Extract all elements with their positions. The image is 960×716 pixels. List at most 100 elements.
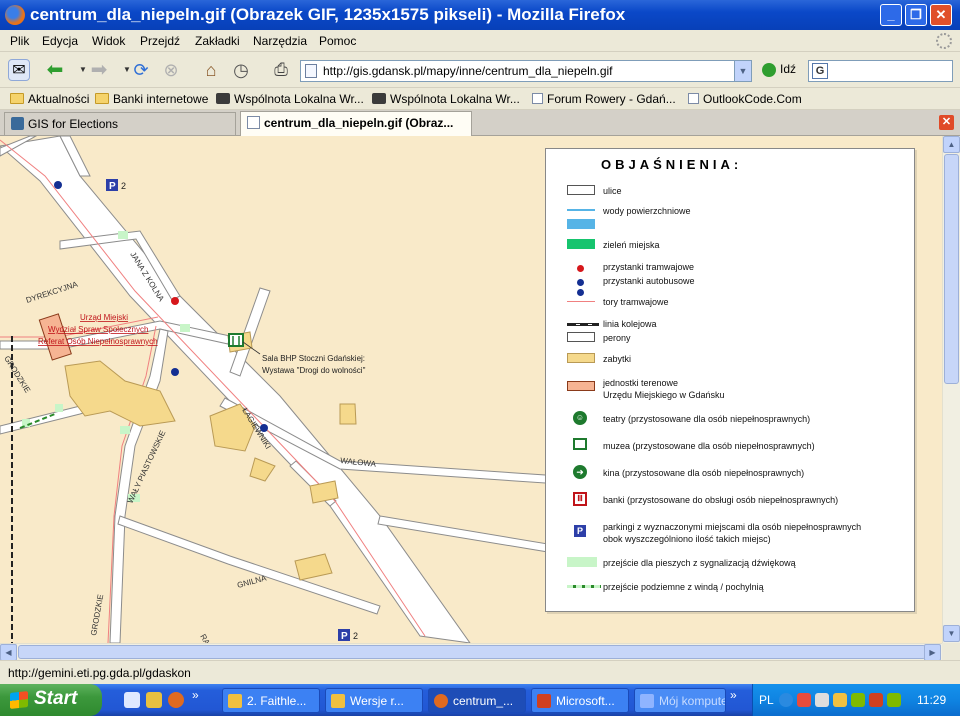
reload-icon[interactable]: ⟳ xyxy=(130,59,152,81)
task-wersje[interactable]: Wersje r... xyxy=(325,688,423,713)
search-engine-icon[interactable]: G xyxy=(812,63,828,79)
tray-app-icon[interactable] xyxy=(797,693,811,707)
bookmark-outlookcode[interactable]: OutlookCode.Com xyxy=(688,92,802,106)
wspolnota-icon xyxy=(372,93,386,104)
wspolnota-icon xyxy=(216,93,230,104)
horizontal-scrollbar[interactable]: ◀ ▶ xyxy=(0,643,942,661)
task-centrum[interactable]: centrum_... xyxy=(428,688,526,713)
museum-icon xyxy=(573,438,587,450)
vertical-scroll-thumb[interactable] xyxy=(944,154,959,384)
language-indicator[interactable]: PL xyxy=(759,693,774,707)
home-icon[interactable]: ⌂ xyxy=(200,59,222,81)
cinema-icon: ➜ xyxy=(573,465,587,479)
office-label-line-1: Urząd Miejski xyxy=(80,313,128,322)
bookmark-label: Wspólnota Lokalna Wr... xyxy=(390,92,520,106)
bookmark-label: OutlookCode.Com xyxy=(703,92,802,106)
minimize-button[interactable]: _ xyxy=(880,4,902,26)
green-area-icon xyxy=(567,239,595,249)
bookmark-wspolnota-2[interactable]: Wspólnota Lokalna Wr... xyxy=(372,92,520,106)
history-clock-icon[interactable]: ◷ xyxy=(230,59,252,81)
stop-icon[interactable]: ⊗ xyxy=(160,59,182,81)
bookmark-forum-rowery[interactable]: Forum Rowery - Gdań... xyxy=(532,92,676,106)
taskbar-overflow-icon[interactable]: » xyxy=(730,688,737,702)
window-title-bar[interactable]: centrum_dla_niepeln.gif (Obrazek GIF, 12… xyxy=(0,0,960,30)
page-icon xyxy=(305,64,317,78)
bookmark-banki[interactable]: Banki internetowe xyxy=(95,92,208,106)
tab-close-icon[interactable]: ✕ xyxy=(939,115,954,130)
parking-count-label: 2 xyxy=(353,631,358,641)
scroll-up-icon[interactable]: ▲ xyxy=(943,136,960,153)
print-icon[interactable]: ⎙ xyxy=(270,59,292,81)
museum-label-line-1: Sala BHP Stoczni Gdańskiej: xyxy=(262,354,365,363)
tray-app-icon[interactable] xyxy=(869,693,883,707)
menu-item-narzedzia[interactable]: Narzędzia xyxy=(253,34,307,48)
scroll-right-icon[interactable]: ▶ xyxy=(924,644,941,661)
tram-track-icon xyxy=(567,301,595,302)
quicklaunch-overflow-icon[interactable]: » xyxy=(192,688,199,702)
forward-arrow-icon[interactable]: ➡ xyxy=(88,59,110,81)
folder-icon xyxy=(10,93,24,104)
scroll-left-icon[interactable]: ◀ xyxy=(0,644,17,661)
clock[interactable]: 11:29 xyxy=(917,693,946,707)
tray-app-icon[interactable] xyxy=(851,693,865,707)
go-button[interactable]: Idź xyxy=(762,62,796,77)
menu-item-plik[interactable]: Plik xyxy=(10,34,29,48)
bookmark-aktualnosci[interactable]: Aktualności xyxy=(10,92,89,106)
bookmarks-toolbar: Aktualności Banki internetowe Wspólnota … xyxy=(0,88,960,110)
menu-item-pomoc[interactable]: Pomoc xyxy=(319,34,356,48)
office-swatch-icon xyxy=(567,381,595,391)
url-dropdown-icon[interactable]: ▼ xyxy=(734,61,751,81)
menu-item-edycja[interactable]: Edycja xyxy=(42,34,78,48)
quicklaunch-explorer-icon[interactable] xyxy=(124,692,140,708)
task-label: 2. Faithle... xyxy=(247,694,307,708)
tray-app-icon[interactable] xyxy=(887,693,901,707)
url-text[interactable]: http://gis.gdansk.pl/mapy/inne/centrum_d… xyxy=(323,64,613,78)
app-icon xyxy=(537,694,551,708)
underpass-icon xyxy=(567,585,601,588)
throbber-icon xyxy=(936,33,952,49)
legend-title: OBJAŚNIENIA: xyxy=(601,157,743,172)
scroll-down-icon[interactable]: ▼ xyxy=(943,625,960,642)
tray-network-icon[interactable] xyxy=(815,693,829,707)
horizontal-scroll-thumb[interactable] xyxy=(18,645,926,659)
monument-swatch-icon xyxy=(567,353,595,363)
tab-label: GIS for Elections xyxy=(28,117,119,131)
task-label: Mój komputer xyxy=(659,694,726,708)
tab-gis-for-elections[interactable]: GIS for Elections xyxy=(4,112,236,135)
bus-stop-icon xyxy=(577,289,584,296)
task-faithle[interactable]: 2. Faithle... xyxy=(222,688,320,713)
image-viewport[interactable]: P P DYREKCYJNA JANA Z KOLNA GRODZKIE WAŁ… xyxy=(0,136,942,643)
street-swatch-icon xyxy=(567,185,595,195)
maximize-button[interactable]: ❐ xyxy=(905,4,927,26)
start-button[interactable]: Start xyxy=(0,684,102,716)
theatre-icon: ☺ xyxy=(573,411,587,425)
mail-icon[interactable]: ✉ xyxy=(8,59,30,81)
url-bar[interactable]: http://gis.gdansk.pl/mapy/inne/centrum_d… xyxy=(300,60,752,82)
menu-item-przejdz[interactable]: Przejdź xyxy=(140,34,180,48)
tray-arrow-icon[interactable] xyxy=(779,693,793,707)
task-label: Wersje r... xyxy=(350,694,404,708)
search-box[interactable]: G xyxy=(808,60,953,82)
street-label-ra: RA xyxy=(198,633,212,644)
water-area-icon xyxy=(567,219,595,229)
bus-stop-icon xyxy=(577,279,584,286)
task-moj-komputer[interactable]: Mój komputer xyxy=(634,688,726,713)
parking-icon: P xyxy=(574,525,586,537)
sound-crossing-icon xyxy=(567,557,597,567)
menu-item-zakladki[interactable]: Zakładki xyxy=(195,34,240,48)
app-icon xyxy=(228,694,242,708)
task-microsoft[interactable]: Microsoft... xyxy=(531,688,629,713)
quicklaunch-mail-icon[interactable] xyxy=(146,692,162,708)
quicklaunch-firefox-icon[interactable] xyxy=(168,692,184,708)
bookmark-label: Banki internetowe xyxy=(113,92,209,106)
bookmark-wspolnota-1[interactable]: Wspólnota Lokalna Wr... xyxy=(216,92,364,106)
tab-centrum-dla-niepeln[interactable]: centrum_dla_niepeln.gif (Obraz... xyxy=(240,111,472,136)
menu-item-widok[interactable]: Widok xyxy=(92,34,125,48)
tray-app-icon[interactable] xyxy=(833,693,847,707)
back-arrow-icon[interactable]: ⬅ xyxy=(44,59,66,81)
system-tray: PL 11:29 xyxy=(752,684,960,716)
svg-text:P: P xyxy=(341,631,348,642)
close-button[interactable]: ✕ xyxy=(930,4,952,26)
app-icon xyxy=(331,694,345,708)
vertical-scrollbar[interactable]: ▲ ▼ xyxy=(942,136,960,643)
